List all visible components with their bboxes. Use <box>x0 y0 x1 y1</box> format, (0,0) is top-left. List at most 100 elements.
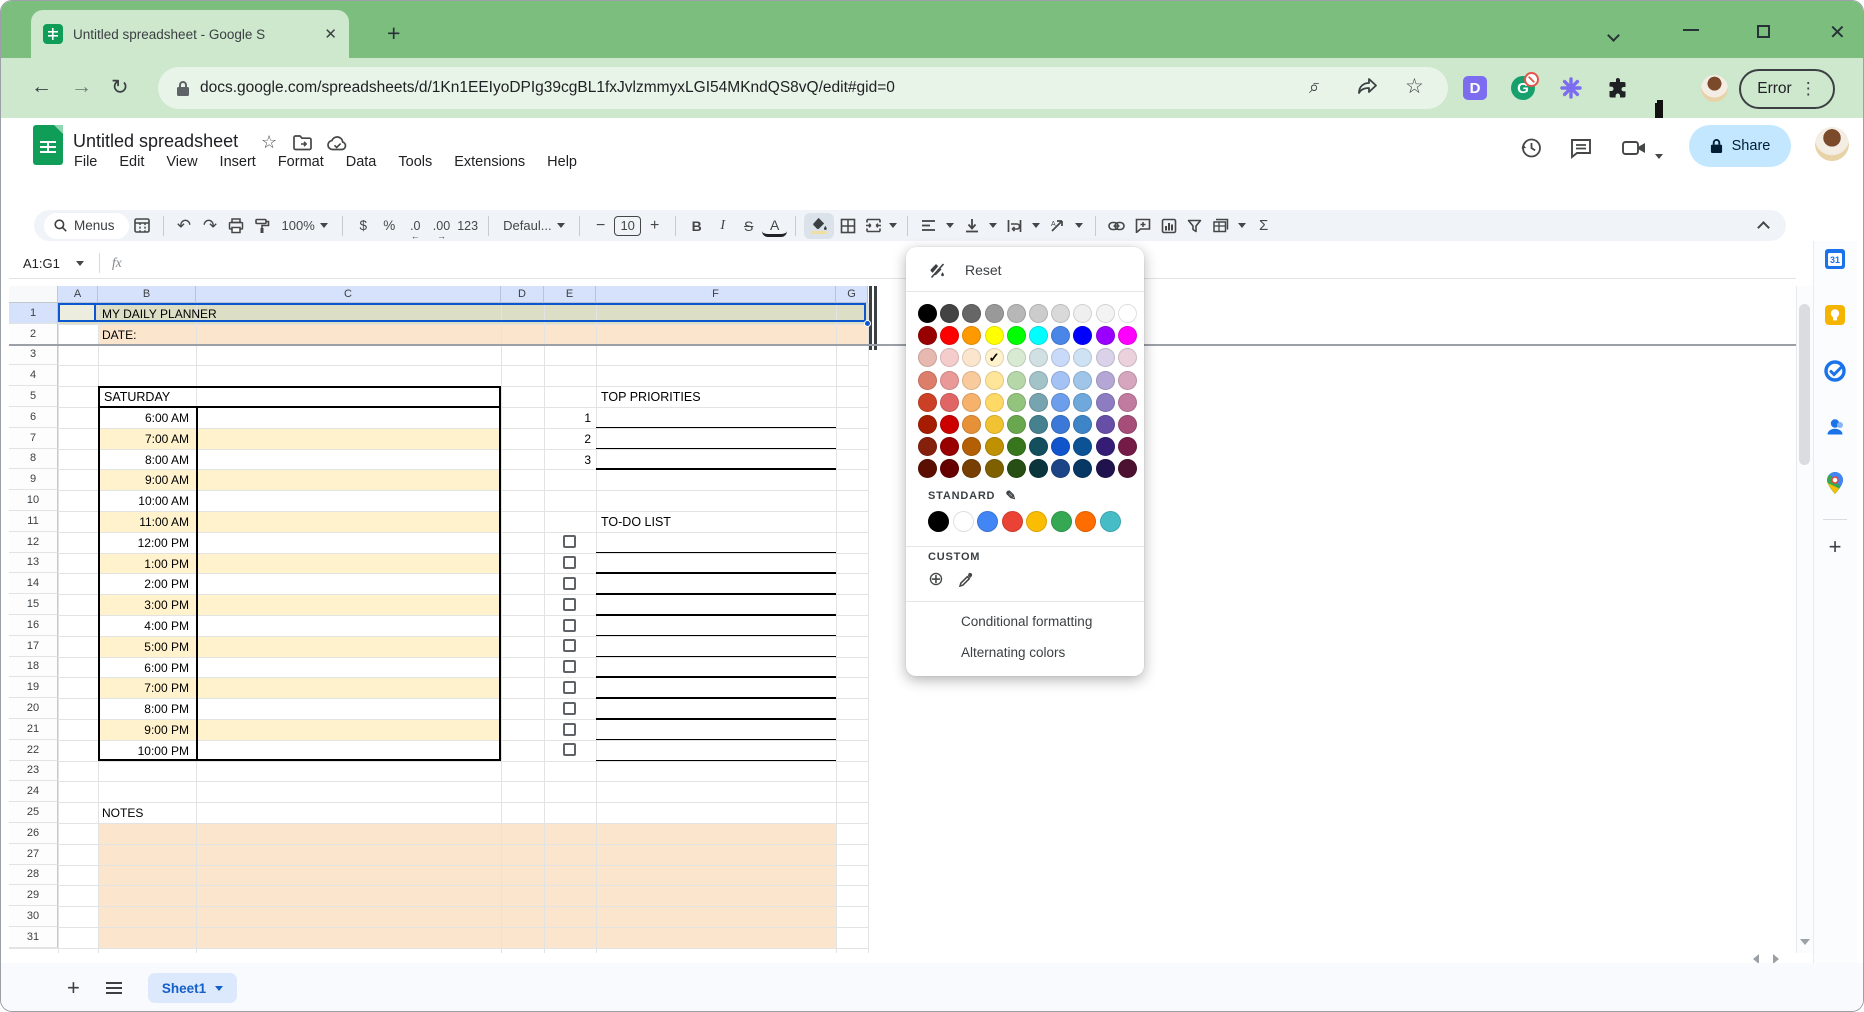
meet-camera-icon[interactable] <box>1621 136 1647 160</box>
color-swatch[interactable] <box>962 392 982 412</box>
kebab-menu-icon[interactable]: ⋮ <box>1800 79 1817 99</box>
time-cell[interactable]: 4:00 PM <box>98 619 189 633</box>
color-swatch[interactable] <box>984 326 1004 346</box>
color-swatch[interactable] <box>1006 459 1026 479</box>
time-cell[interactable]: 9:00 AM <box>98 473 189 487</box>
menu-help[interactable]: Help <box>538 151 586 173</box>
grid-corner[interactable] <box>9 286 58 303</box>
color-swatch[interactable] <box>1028 459 1048 479</box>
row-header-22[interactable]: 22 <box>9 739 58 761</box>
todo-checkbox[interactable] <box>563 618 576 632</box>
color-swatch[interactable] <box>918 392 937 412</box>
merge-dropdown-icon[interactable] <box>889 223 898 228</box>
pinwheel-extension-icon[interactable] <box>1559 76 1583 100</box>
notes-label-cell[interactable]: NOTES <box>102 806 143 820</box>
row-header-26[interactable]: 26 <box>9 823 58 844</box>
selection-fill-handle[interactable] <box>864 319 871 327</box>
row-header-31[interactable]: 31 <box>9 927 58 948</box>
row-header-24[interactable]: 24 <box>9 781 58 803</box>
menu-file[interactable]: File <box>65 151 106 173</box>
row-header-4[interactable]: 4 <box>9 365 58 387</box>
standard-color-swatch[interactable] <box>1050 511 1072 533</box>
time-cell[interactable]: 9:00 PM <box>98 723 189 737</box>
color-swatch[interactable] <box>1051 348 1071 368</box>
comments-icon[interactable] <box>1569 136 1593 160</box>
calendar-icon[interactable]: 31 <box>1823 247 1847 271</box>
color-swatch-selected[interactable]: ✓ <box>984 348 1004 368</box>
color-swatch[interactable] <box>918 437 937 457</box>
color-swatch[interactable] <box>962 437 982 457</box>
planner-title-cell[interactable]: MY DAILY PLANNER <box>102 307 217 321</box>
share-page-icon[interactable] <box>1357 77 1377 95</box>
back-icon[interactable]: ← <box>31 75 52 99</box>
account-avatar[interactable] <box>1815 127 1849 161</box>
decrease-font-size-button[interactable]: − <box>588 213 613 238</box>
row-header-23[interactable]: 23 <box>9 760 58 782</box>
sheet-view-icon[interactable] <box>130 213 155 238</box>
eyedropper-icon[interactable] <box>958 572 974 588</box>
time-cell[interactable]: 6:00 PM <box>98 661 189 675</box>
color-swatch[interactable] <box>1117 326 1137 346</box>
color-swatch[interactable] <box>918 348 937 368</box>
valign-dropdown-icon[interactable] <box>989 223 998 228</box>
grammarly-extension-icon[interactable]: G <box>1511 72 1539 100</box>
color-swatch[interactable] <box>918 370 937 390</box>
color-swatch[interactable] <box>984 304 1004 323</box>
text-wrap-icon[interactable] <box>1002 213 1027 238</box>
maximize-button[interactable] <box>1757 23 1770 43</box>
color-swatch[interactable] <box>1051 326 1071 346</box>
spreadsheet-grid[interactable]: A B C D E F G 1 2 3 4 5 6 7 8 9 10 11 12 13 14 15 16 17 18 19 20 21… <box>9 286 1796 953</box>
time-cell[interactable]: 8:00 AM <box>98 453 189 467</box>
color-swatch[interactable] <box>1051 437 1071 457</box>
color-swatch[interactable] <box>1028 348 1048 368</box>
color-swatch[interactable] <box>1028 437 1048 457</box>
color-swatch[interactable] <box>1073 370 1093 390</box>
share-button[interactable]: Share <box>1689 125 1791 167</box>
row-header-5[interactable]: 5 <box>9 386 58 407</box>
tasks-icon[interactable] <box>1823 359 1847 383</box>
color-swatch[interactable] <box>1073 304 1093 323</box>
todo-checkbox[interactable] <box>563 701 576 715</box>
window-menu-icon[interactable] <box>1607 25 1620 45</box>
menu-tools[interactable]: Tools <box>389 151 441 173</box>
color-swatch[interactable] <box>1095 459 1115 479</box>
color-swatch[interactable] <box>1051 459 1071 479</box>
color-swatch[interactable] <box>962 459 982 479</box>
row-header-28[interactable]: 28 <box>9 864 58 886</box>
row-header-15[interactable]: 15 <box>9 594 58 615</box>
row-header-18[interactable]: 18 <box>9 656 58 678</box>
row-header-8[interactable]: 8 <box>9 448 58 470</box>
close-button[interactable]: ✕ <box>1829 20 1846 45</box>
zoom-out-icon[interactable]: ⌕ − <box>1309 77 1319 98</box>
row-header-6[interactable]: 6 <box>9 407 58 428</box>
keep-icon[interactable] <box>1823 303 1847 327</box>
column-header-A[interactable]: A <box>58 286 98 303</box>
name-box-dropdown-icon[interactable] <box>75 260 84 266</box>
font-size-input[interactable]: 10 <box>614 215 642 236</box>
todo-checkbox[interactable] <box>563 639 576 653</box>
todo-checkbox[interactable] <box>563 556 576 570</box>
create-filter-icon[interactable] <box>1182 213 1207 238</box>
insert-comment-icon[interactable] <box>1130 213 1155 238</box>
color-swatch[interactable] <box>984 370 1004 390</box>
todo-checkbox[interactable] <box>563 535 576 549</box>
color-swatch[interactable] <box>984 414 1004 434</box>
bookmark-star-icon[interactable]: ☆ <box>1405 74 1424 99</box>
color-swatch[interactable] <box>918 414 937 434</box>
row-header-25[interactable]: 25 <box>9 802 58 823</box>
strikethrough-button[interactable]: S <box>736 213 761 238</box>
sheet-tab-menu-icon[interactable] <box>215 985 224 991</box>
vertical-scrollbar-thumb[interactable] <box>1799 304 1810 465</box>
standard-color-swatch[interactable] <box>1099 511 1121 533</box>
menu-extensions[interactable]: Extensions <box>445 151 534 173</box>
row-header-10[interactable]: 10 <box>9 490 58 511</box>
font-select[interactable]: Defaul... <box>497 218 571 233</box>
text-color-button[interactable]: A <box>762 217 788 237</box>
priority-number-cell[interactable]: 3 <box>544 453 591 467</box>
color-swatch[interactable] <box>940 392 960 412</box>
color-swatch[interactable] <box>984 392 1004 412</box>
tab-close-icon[interactable]: ✕ <box>324 25 337 43</box>
color-swatch[interactable] <box>962 326 982 346</box>
vertical-align-icon[interactable] <box>959 213 984 238</box>
name-box[interactable]: A1:G1 <box>9 256 97 271</box>
